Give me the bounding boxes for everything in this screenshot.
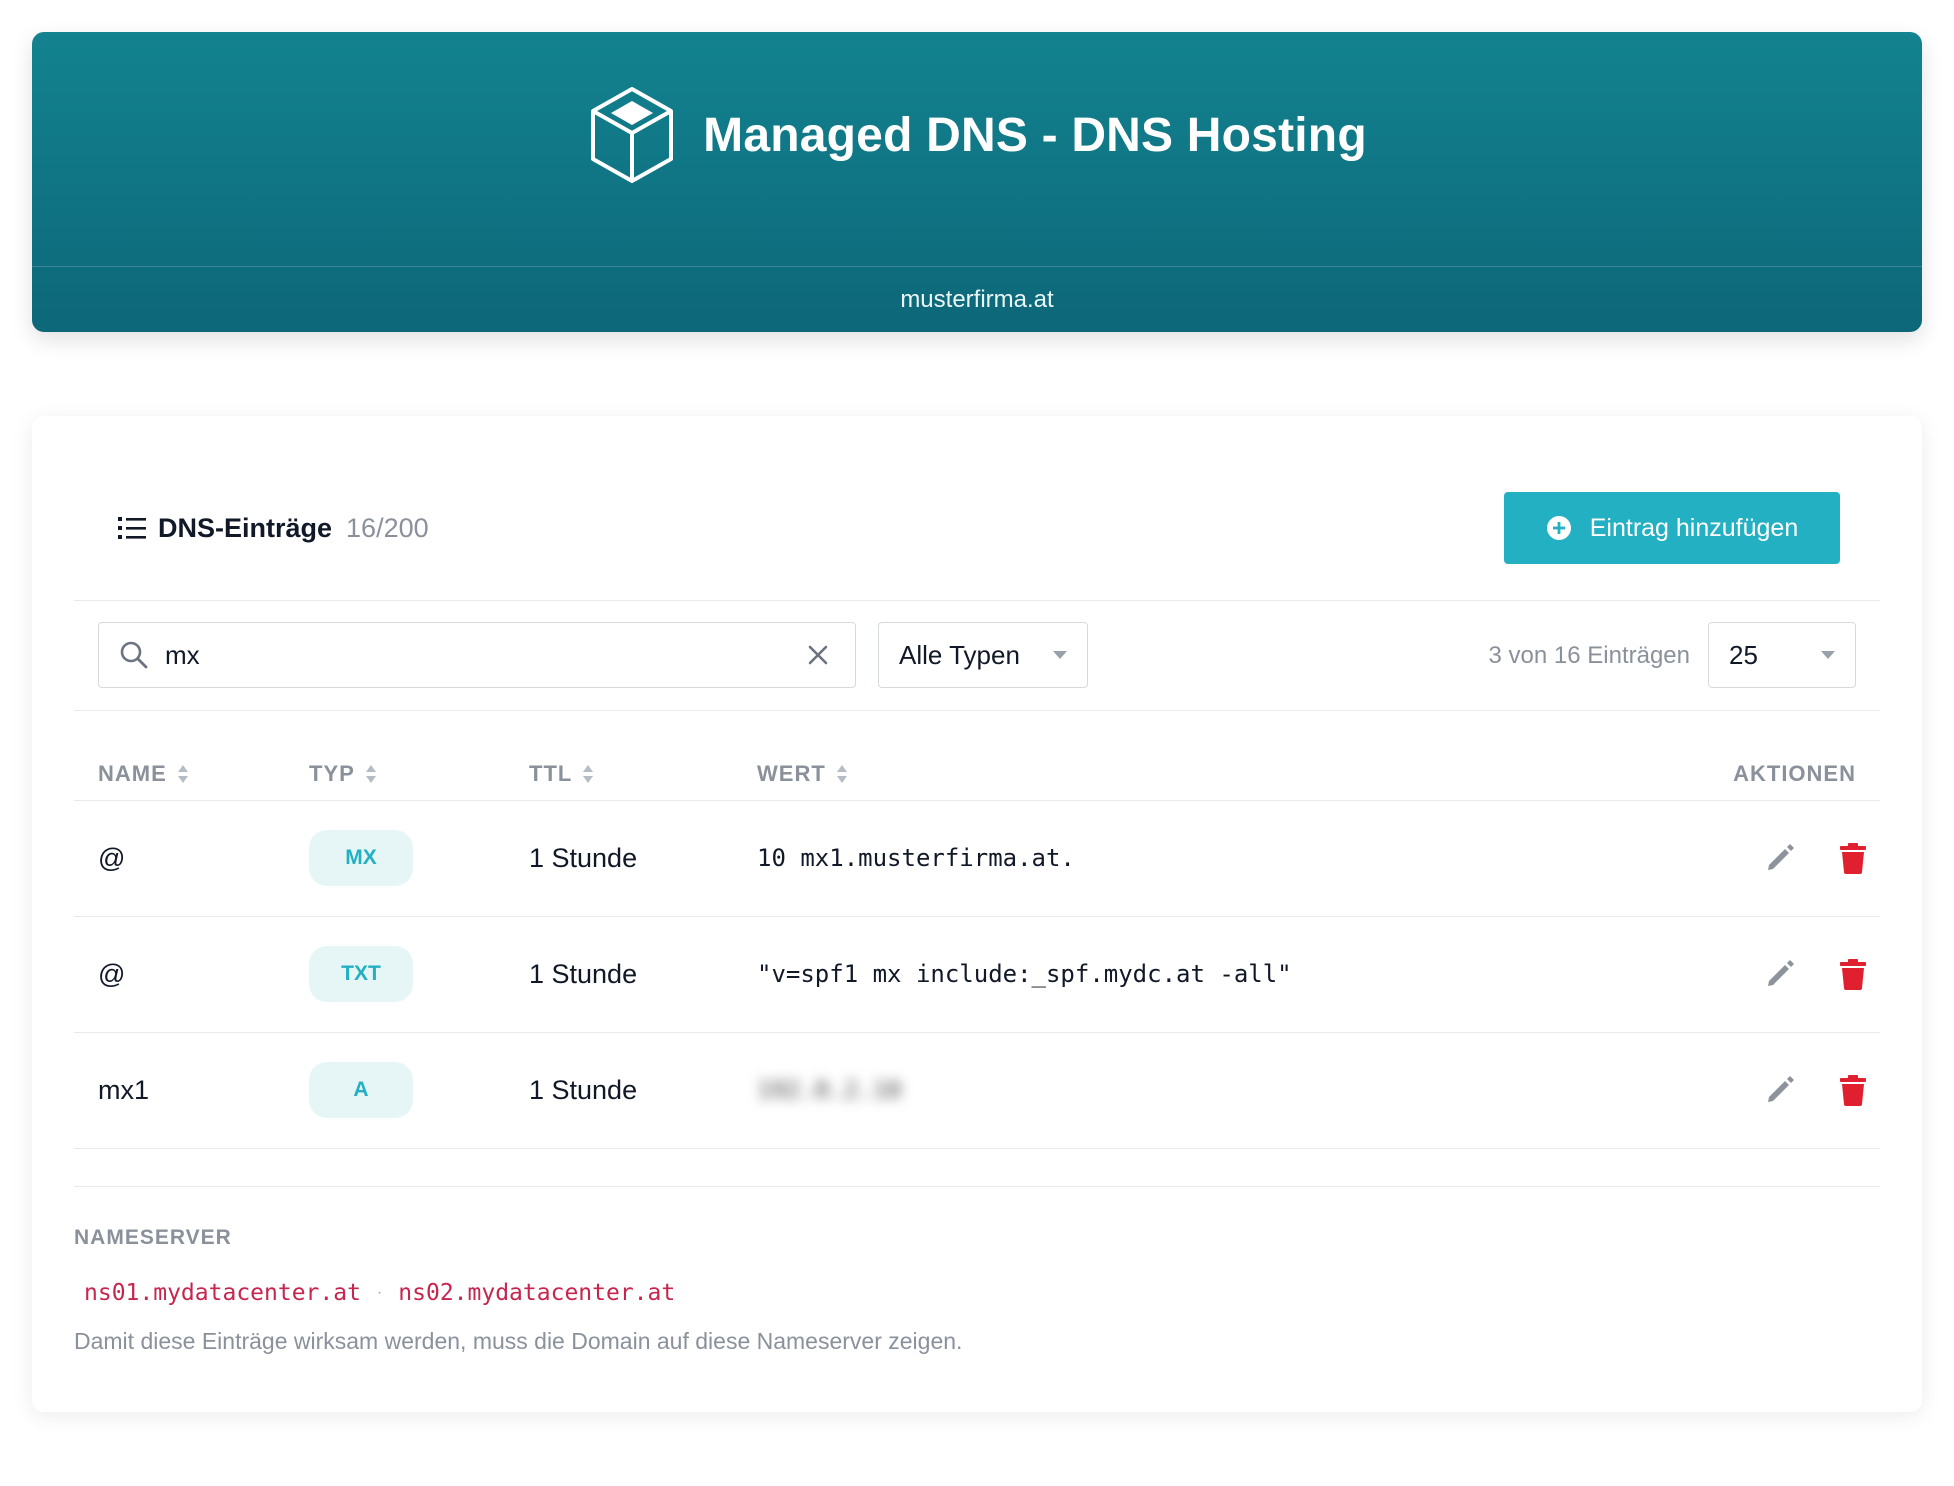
- divider: [74, 600, 1880, 601]
- nameserver-2: ns02.mydatacenter.at: [398, 1280, 676, 1306]
- card-title: DNS-Einträge 16/200: [118, 513, 429, 544]
- cube-icon: [591, 87, 674, 183]
- column-label: TTL: [529, 761, 573, 786]
- record-value-redacted: 192.0.2.10: [757, 1076, 902, 1104]
- column-header-ttl[interactable]: TTL: [529, 744, 594, 804]
- records-quota: 16/200: [346, 512, 429, 543]
- dns-records-card: DNS-Einträge 16/200 Eintrag hinzufügen A…: [32, 416, 1922, 1412]
- search-input[interactable]: [163, 638, 807, 672]
- record-value: "v=spf1 mx include:_spf.mydc.at -all": [757, 960, 1292, 988]
- edit-icon[interactable]: [1763, 1073, 1797, 1107]
- page-title: Managed DNS - DNS Hosting: [703, 108, 1367, 162]
- header-title-row: Managed DNS - DNS Hosting: [32, 32, 1922, 266]
- record-ttl: 1 Stunde: [529, 1074, 638, 1105]
- records-title: DNS-Einträge: [158, 512, 333, 543]
- search-icon: [120, 641, 148, 669]
- record-type-badge: TXT: [309, 946, 413, 1002]
- nameserver-note: Damit diese Einträge wirksam werden, mus…: [74, 1328, 963, 1354]
- domain-label: musterfirma.at: [900, 285, 1054, 313]
- column-header-value[interactable]: WERT: [757, 744, 848, 804]
- chevron-down-icon: [1053, 651, 1067, 659]
- column-label: WERT: [757, 761, 826, 786]
- plus-circle-icon: [1546, 516, 1571, 540]
- table-row: mx1 A 1 Stunde 192.0.2.10: [74, 1032, 1880, 1148]
- record-name: @: [98, 842, 126, 873]
- result-count: 3 von 16 Einträgen: [1488, 642, 1690, 669]
- list-icon: [118, 517, 146, 539]
- divider: [74, 1148, 1880, 1149]
- column-header-actions: AKTIONEN: [1733, 744, 1856, 804]
- sort-icon: [836, 765, 847, 783]
- divider: [74, 1186, 1880, 1187]
- record-ttl: 1 Stunde: [529, 842, 638, 873]
- table-row: @ TXT 1 Stunde "v=spf1 mx include:_spf.m…: [74, 916, 1880, 1032]
- type-filter-select[interactable]: Alle Typen: [878, 622, 1088, 688]
- column-header-name[interactable]: NAME: [98, 744, 189, 804]
- table-row: @ MX 1 Stunde 10 mx1.musterfirma.at.: [74, 800, 1880, 916]
- column-label: AKTIONEN: [1733, 761, 1856, 786]
- sort-icon: [177, 765, 188, 783]
- record-name: mx1: [98, 1074, 150, 1105]
- clear-icon[interactable]: [807, 644, 829, 666]
- type-filter-value: Alle Typen: [899, 639, 1020, 670]
- sort-icon: [365, 765, 376, 783]
- column-label: NAME: [98, 761, 167, 786]
- record-type-badge: MX: [309, 830, 413, 886]
- column-label: TYP: [309, 761, 355, 786]
- separator-dot: ·: [376, 1284, 383, 1301]
- trash-icon[interactable]: [1836, 841, 1870, 875]
- column-header-type[interactable]: TYP: [309, 744, 377, 804]
- divider: [74, 710, 1880, 711]
- chevron-down-icon: [1821, 651, 1835, 659]
- trash-icon[interactable]: [1836, 1073, 1870, 1107]
- nameserver-list: ns01.mydatacenter.at · ns02.mydatacenter…: [74, 1278, 685, 1308]
- nameserver-1: ns01.mydatacenter.at: [84, 1280, 361, 1306]
- card-header: DNS-Einträge 16/200 Eintrag hinzufügen: [74, 492, 1880, 564]
- add-record-label: Eintrag hinzufügen: [1589, 513, 1799, 542]
- edit-icon[interactable]: [1763, 957, 1797, 991]
- nameserver-label: NAMESERVER: [74, 1226, 232, 1249]
- search-field[interactable]: [98, 622, 856, 688]
- add-record-button[interactable]: Eintrag hinzufügen: [1504, 492, 1840, 564]
- record-type-badge: A: [309, 1062, 413, 1118]
- record-value: 10 mx1.musterfirma.at.: [757, 844, 1075, 872]
- record-name: @: [98, 958, 126, 989]
- page-size-select[interactable]: 25: [1708, 622, 1856, 688]
- record-ttl: 1 Stunde: [529, 958, 638, 989]
- trash-icon[interactable]: [1836, 957, 1870, 991]
- sort-icon: [583, 765, 594, 783]
- edit-icon[interactable]: [1763, 841, 1797, 875]
- app-header: Managed DNS - DNS Hosting musterfirma.at: [32, 32, 1922, 332]
- page-size-value: 25: [1729, 639, 1758, 670]
